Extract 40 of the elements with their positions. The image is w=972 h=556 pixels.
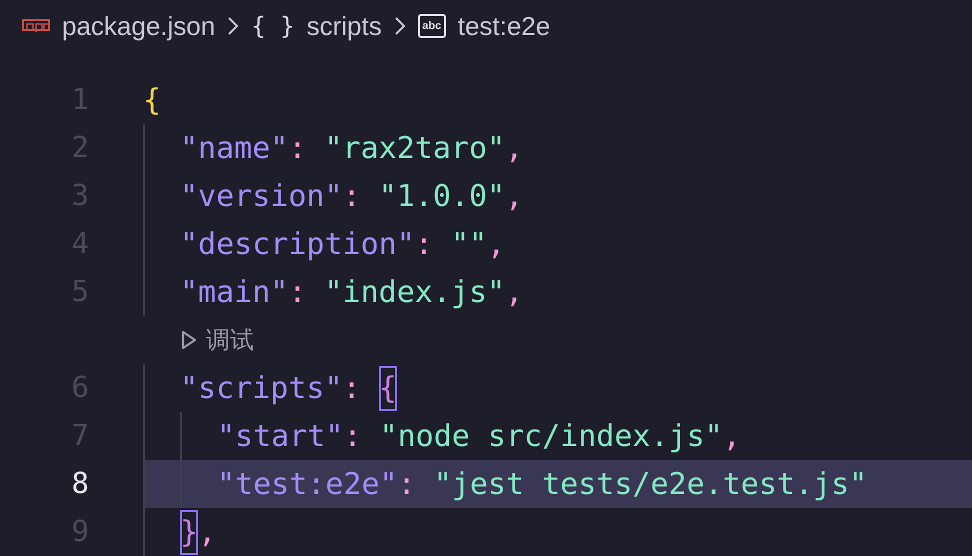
punctuation: , bbox=[722, 418, 741, 456]
json-key: "name" bbox=[180, 126, 288, 170]
breadcrumb-item[interactable]: test:e2e bbox=[458, 6, 550, 46]
breadcrumb-item[interactable]: scripts bbox=[306, 6, 382, 46]
json-string: "1.0.0" bbox=[378, 178, 506, 216]
line-number: 8 bbox=[72, 465, 89, 502]
run-debug-link[interactable]: 调试 bbox=[180, 322, 254, 358]
json-key: "description" bbox=[180, 222, 415, 266]
chevron-icon bbox=[394, 16, 406, 36]
punctuation: , bbox=[505, 274, 524, 312]
json-string: "node src/index.js" bbox=[380, 418, 723, 456]
text-icon: abc bbox=[418, 14, 446, 38]
punctuation: , bbox=[487, 226, 506, 264]
bracket: } bbox=[180, 510, 198, 554]
punctuation: , bbox=[505, 130, 524, 168]
breadcrumb-item[interactable]: package.json bbox=[62, 6, 216, 46]
punctuation: : bbox=[398, 466, 417, 504]
chevron-icon bbox=[227, 16, 240, 36]
json-key: "start" bbox=[217, 414, 344, 458]
play-icon bbox=[180, 329, 198, 351]
punctuation: : bbox=[288, 274, 308, 312]
punctuation: , bbox=[198, 514, 216, 552]
punctuation: : bbox=[342, 370, 362, 408]
punctuation: : bbox=[414, 226, 434, 264]
punctuation: : bbox=[343, 418, 362, 456]
punctuation: : bbox=[342, 178, 362, 216]
json-string: "" bbox=[450, 226, 488, 264]
punctuation: : bbox=[288, 130, 308, 168]
json-key: "scripts" bbox=[180, 366, 343, 410]
json-string: "rax2taro" bbox=[324, 130, 506, 168]
json-key: "test:e2e" bbox=[217, 462, 398, 506]
json-string: "index.js" bbox=[324, 274, 506, 312]
json-key: "main" bbox=[180, 270, 288, 314]
json-key: "version" bbox=[180, 174, 343, 218]
bracket: { bbox=[378, 366, 397, 410]
punctuation: , bbox=[505, 178, 524, 216]
braces-icon: { } bbox=[251, 8, 295, 44]
file-type-icon bbox=[22, 19, 50, 33]
bracket: { bbox=[143, 82, 162, 120]
json-string: "jest tests/e2e.test.js" bbox=[434, 466, 868, 504]
